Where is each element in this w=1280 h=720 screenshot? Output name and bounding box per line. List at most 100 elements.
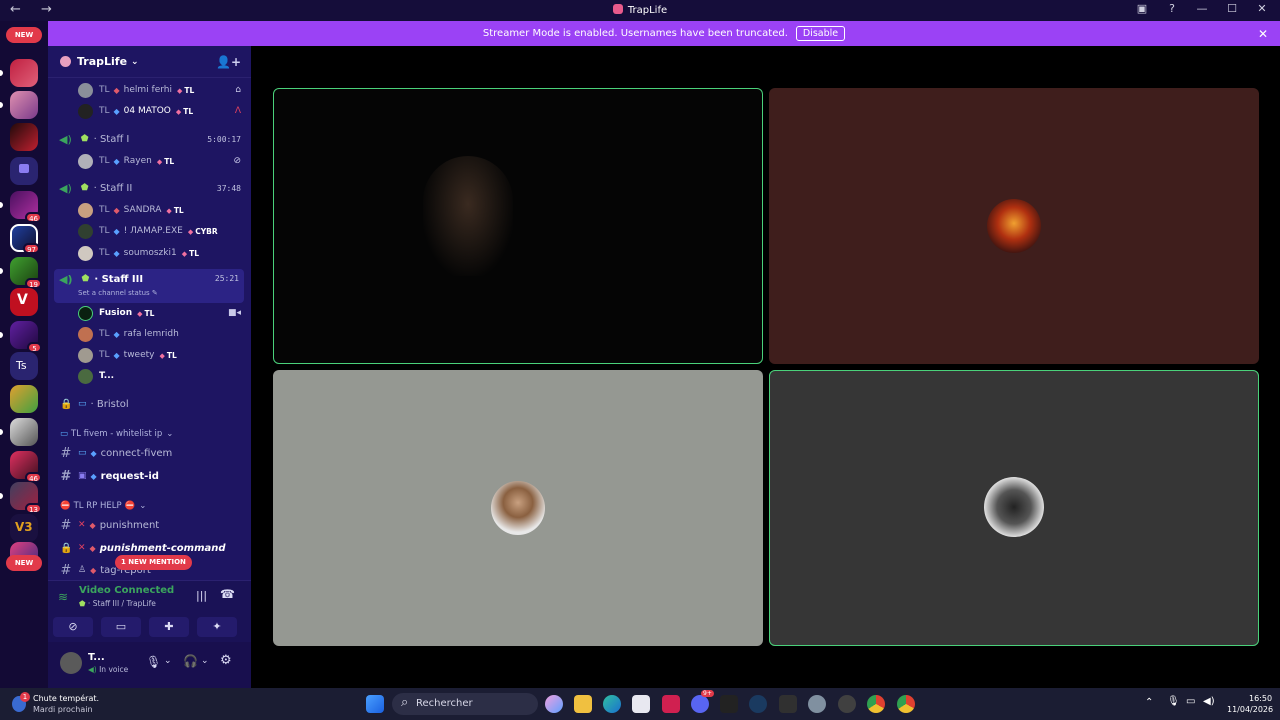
voice-user[interactable]: Fusion TL ■◂ bbox=[48, 303, 251, 323]
disconnect-icon[interactable]: ☎ bbox=[220, 587, 235, 601]
user-tag: TL bbox=[166, 206, 184, 215]
file-explorer-icon[interactable] bbox=[574, 695, 592, 713]
voice-channel-staff-1[interactable]: ◀) ⬟ · Staff I 5:00:17 bbox=[48, 128, 251, 150]
category-help[interactable]: ⛔ TL RP HELP ⛔ ⌄ bbox=[48, 498, 251, 514]
microphone-icon[interactable]: 🎙 bbox=[1167, 696, 1180, 707]
new-mention-pill[interactable]: 1 NEW MENTION bbox=[115, 555, 192, 570]
voice-user[interactable]: T... bbox=[48, 366, 251, 386]
microphone-icon[interactable]: 🎙 bbox=[146, 655, 161, 669]
headphones-icon[interactable]: 🎧 bbox=[183, 654, 198, 668]
server-icon[interactable]: V bbox=[10, 288, 38, 316]
chevron-down-icon[interactable]: ⌄ bbox=[201, 656, 209, 666]
guild-header[interactable]: TrapLife ⌄ 👤+ bbox=[48, 46, 251, 78]
server-icon[interactable]: 13 bbox=[0, 482, 42, 514]
minimize-button[interactable]: — bbox=[1194, 2, 1210, 15]
server-icon[interactable]: 5 bbox=[0, 321, 42, 353]
settings-icon[interactable] bbox=[808, 695, 826, 713]
camera-off-button[interactable]: ⊘ bbox=[53, 617, 93, 637]
activities-button[interactable]: ✚ bbox=[149, 617, 189, 637]
taskbar-search[interactable]: Rechercher bbox=[392, 692, 538, 715]
voice-channel-staff-3[interactable]: ◀) ⬟ · Staff III 25:21 Set a channel statu… bbox=[54, 269, 244, 303]
network-icon[interactable]: ▭ bbox=[1186, 696, 1195, 707]
server-icon[interactable]: 19 bbox=[0, 257, 42, 289]
help-icon[interactable]: ? bbox=[1164, 2, 1180, 15]
screen-share-button[interactable]: ▭ bbox=[101, 617, 141, 637]
avatar bbox=[491, 481, 545, 535]
copilot-icon[interactable] bbox=[545, 695, 563, 713]
app-icon[interactable] bbox=[838, 695, 856, 713]
gear-icon[interactable]: ⚙ bbox=[220, 653, 232, 668]
close-window-button[interactable]: ✕ bbox=[1254, 2, 1270, 15]
server-icon[interactable] bbox=[0, 59, 38, 87]
shield-icon: ⬟ bbox=[81, 274, 90, 284]
shield-icon: ⬟ bbox=[80, 134, 89, 144]
voice-user[interactable]: TL◆ tweety TL bbox=[48, 345, 251, 365]
noise-suppression-icon[interactable]: ||| bbox=[196, 589, 207, 602]
app-icon[interactable] bbox=[662, 695, 680, 713]
server-icon-ts[interactable]: Ts bbox=[10, 352, 38, 380]
server-icon[interactable]: 46 bbox=[0, 191, 42, 223]
maximize-button[interactable]: ☐ bbox=[1224, 2, 1240, 15]
close-banner-icon[interactable]: ✕ bbox=[1258, 27, 1268, 41]
signal-icon[interactable]: ≋ bbox=[58, 590, 68, 604]
voice-user[interactable]: TL◆ ! ЛАМАР.EXE CYBR bbox=[48, 221, 251, 241]
text-channel-punishment[interactable]: # ✕ ◆ punishment bbox=[48, 514, 251, 536]
voice-user[interactable]: TL◆ Rayen TL ⊘ bbox=[48, 151, 251, 171]
server-icon[interactable] bbox=[0, 91, 38, 119]
disable-streamer-button[interactable]: Disable bbox=[795, 26, 846, 41]
diamond-icon: ◆ bbox=[113, 350, 120, 360]
set-channel-status[interactable]: Set a channel status ✎ bbox=[59, 289, 158, 297]
server-icon[interactable] bbox=[10, 123, 38, 151]
discord-icon[interactable] bbox=[691, 695, 709, 713]
chevron-down-icon[interactable]: ⌄ bbox=[164, 656, 172, 666]
channel-name: Staff III bbox=[101, 273, 144, 285]
voice-user[interactable]: TL◆ SANDRA TL bbox=[48, 200, 251, 220]
voice-user[interactable]: TL ◆ rafa lemridh bbox=[48, 324, 251, 344]
video-tile-camera[interactable] bbox=[273, 88, 763, 364]
category-name: TL fivem - whitelist ip bbox=[71, 429, 163, 439]
chrome-icon[interactable] bbox=[867, 695, 885, 713]
inbox-icon[interactable]: ▣ bbox=[1134, 2, 1150, 15]
user-status: In voice bbox=[99, 665, 129, 674]
launcher-icon[interactable] bbox=[779, 695, 797, 713]
voice-channel-bristol[interactable]: 🔒 ▭ · Bristol bbox=[48, 393, 251, 415]
server-list: NEW 46 97 19 V 5 Ts 46 13 V3 NEW bbox=[0, 21, 48, 688]
avatar[interactable] bbox=[60, 652, 82, 674]
clock-time[interactable]: 16:50 bbox=[1249, 694, 1272, 703]
volume-icon[interactable]: ◀) bbox=[1203, 696, 1215, 707]
chrome-icon[interactable] bbox=[897, 695, 915, 713]
category-fivem[interactable]: ▭ TL fivem - whitelist ip ⌄ bbox=[48, 426, 251, 442]
diamond-icon: ◆ bbox=[90, 471, 97, 481]
video-tile-avatar[interactable] bbox=[273, 370, 763, 646]
voice-channel-link[interactable]: ⬟ · Staff III / TrapLife bbox=[79, 599, 156, 608]
add-member-icon[interactable]: 👤+ bbox=[216, 55, 241, 69]
chevron-up-icon[interactable]: ⌃ bbox=[1145, 697, 1153, 708]
user-name: 04 MATOO bbox=[123, 106, 171, 116]
text-channel-request-id[interactable]: # ▣ ◆ request-id bbox=[48, 465, 251, 487]
weather-title: Chute températ. bbox=[33, 694, 100, 703]
server-icon[interactable]: V3 bbox=[10, 514, 38, 542]
windows-taskbar: 1 Chute températ. Mardi prochain Recherc… bbox=[0, 688, 1280, 720]
server-icon[interactable]: 46 bbox=[10, 451, 42, 483]
video-tile-avatar[interactable] bbox=[769, 88, 1259, 364]
diamond-icon: ◆ bbox=[113, 205, 120, 215]
windows-start-icon[interactable] bbox=[366, 695, 384, 713]
game-icon[interactable] bbox=[720, 695, 738, 713]
voice-user[interactable]: TL◆ 04 MATOO TL Λ bbox=[48, 101, 251, 121]
user-name: tweety bbox=[123, 350, 155, 360]
store-icon[interactable] bbox=[632, 695, 650, 713]
steam-icon[interactable] bbox=[749, 695, 767, 713]
folder-icon[interactable] bbox=[10, 157, 38, 185]
voice-user[interactable]: TL◆ helmi ferhi TL ⌂ bbox=[48, 80, 251, 100]
video-tile-avatar[interactable] bbox=[769, 370, 1259, 646]
voice-channel-staff-2[interactable]: ◀) ⬟ · Staff II 37:48 bbox=[48, 177, 251, 199]
text-channel-connect[interactable]: # ▭ ◆ connect-fivem bbox=[48, 442, 251, 464]
server-icon[interactable] bbox=[10, 385, 38, 413]
voice-user[interactable]: TL◆ soumoszki1 TL bbox=[48, 243, 251, 263]
server-icon[interactable]: 97 bbox=[10, 224, 40, 254]
server-icon[interactable] bbox=[0, 418, 38, 446]
edge-icon[interactable] bbox=[603, 695, 621, 713]
avatar bbox=[78, 202, 93, 218]
soundboard-button[interactable]: ✦ bbox=[197, 617, 237, 637]
clock-date[interactable]: 11/04/2026 bbox=[1227, 705, 1273, 714]
